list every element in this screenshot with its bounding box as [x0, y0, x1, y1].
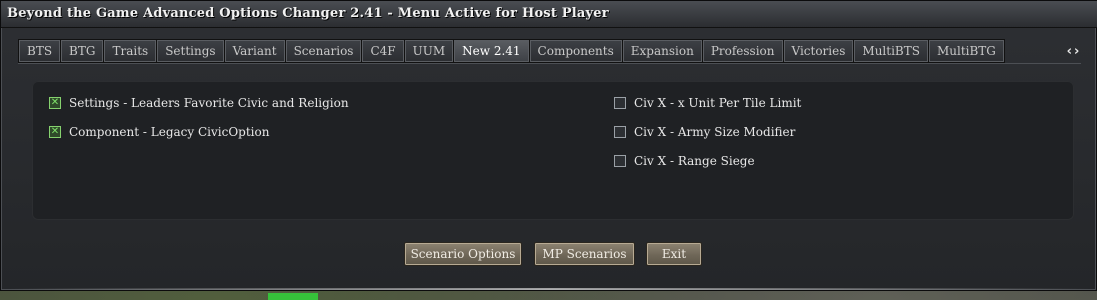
window-title: Beyond the Game Advanced Options Changer… [7, 6, 609, 21]
tab-label: New 2.41 [462, 44, 521, 58]
tab-label: BTG [69, 44, 96, 58]
tab-c4f[interactable]: C4F [361, 39, 404, 63]
option-label: Civ X - x Unit Per Tile Limit [634, 96, 802, 110]
checkbox-checked-icon[interactable]: ✕ [49, 97, 61, 109]
checkbox-unchecked-icon[interactable] [614, 97, 626, 109]
option-unit-per-tile-limit[interactable]: Civ X - x Unit Per Tile Limit [614, 96, 801, 110]
tab-label: Components [537, 44, 614, 58]
tab-strip: BTS BTG Traits Settings Variant Scenario… [18, 39, 1097, 63]
window-bottom-divider [9, 288, 1090, 290]
title-bar[interactable]: Beyond the Game Advanced Options Changer… [1, 1, 1097, 28]
tab-expansion[interactable]: Expansion [621, 39, 702, 63]
tab-profession[interactable]: Profession [701, 39, 783, 63]
option-label: Component - Legacy CivicOption [69, 125, 270, 139]
tab-label: Variant [232, 44, 277, 58]
exit-button[interactable]: Exit [646, 242, 702, 266]
checkbox-checked-icon[interactable]: ✕ [49, 126, 61, 138]
tab-divider [18, 63, 1081, 64]
option-range-siege[interactable]: Civ X - Range Siege [614, 154, 755, 168]
mp-scenarios-button[interactable]: MP Scenarios [534, 242, 635, 266]
tab-label: C4F [370, 44, 396, 58]
checkbox-unchecked-icon[interactable] [614, 155, 626, 167]
option-army-size-modifier[interactable]: Civ X - Army Size Modifier [614, 125, 795, 139]
tab-multibts[interactable]: MultiBTS [853, 39, 928, 63]
option-label: Civ X - Army Size Modifier [634, 125, 796, 139]
tab-label: MultiBTS [862, 44, 920, 58]
tab-label: Victories [791, 44, 846, 58]
option-label: Civ X - Range Siege [634, 154, 755, 168]
tab-label: Expansion [630, 44, 694, 58]
tab-variant[interactable]: Variant [223, 39, 285, 63]
tab-label: UUM [412, 44, 446, 58]
tab-label: BTS [27, 44, 53, 58]
tab-settings[interactable]: Settings [156, 39, 224, 63]
option-legacy-civic-option[interactable]: ✕ Component - Legacy CivicOption [49, 125, 269, 139]
tab-label: Traits [112, 44, 149, 58]
tab-scenarios[interactable]: Scenarios [284, 39, 362, 63]
scenario-options-button[interactable]: Scenario Options [404, 242, 522, 266]
tab-components[interactable]: Components [528, 39, 622, 63]
tab-btg[interactable]: BTG [60, 39, 104, 63]
tab-traits[interactable]: Traits [103, 39, 157, 63]
checkbox-unchecked-icon[interactable] [614, 126, 626, 138]
tab-new-2-41[interactable]: New 2.41 [453, 39, 529, 63]
option-leaders-favorite-civic[interactable]: ✕ Settings - Leaders Favorite Civic and … [49, 96, 349, 110]
tab-label: Scenarios [293, 44, 354, 58]
option-label: Settings - Leaders Favorite Civic and Re… [69, 96, 349, 110]
tab-label: Settings [165, 44, 216, 58]
tab-multibtg[interactable]: MultiBTG [927, 39, 1005, 63]
tab-scroll-arrows-icon[interactable]: ‹› [1060, 39, 1088, 63]
tab-label: MultiBTG [936, 44, 996, 58]
tab-label: Profession [710, 44, 775, 58]
tab-victories[interactable]: Victories [782, 39, 854, 63]
options-window: Beyond the Game Advanced Options Changer… [0, 0, 1097, 291]
map-unit-health-bar [268, 293, 318, 300]
tab-uum[interactable]: UUM [403, 39, 454, 63]
tab-bts[interactable]: BTS [18, 39, 61, 63]
